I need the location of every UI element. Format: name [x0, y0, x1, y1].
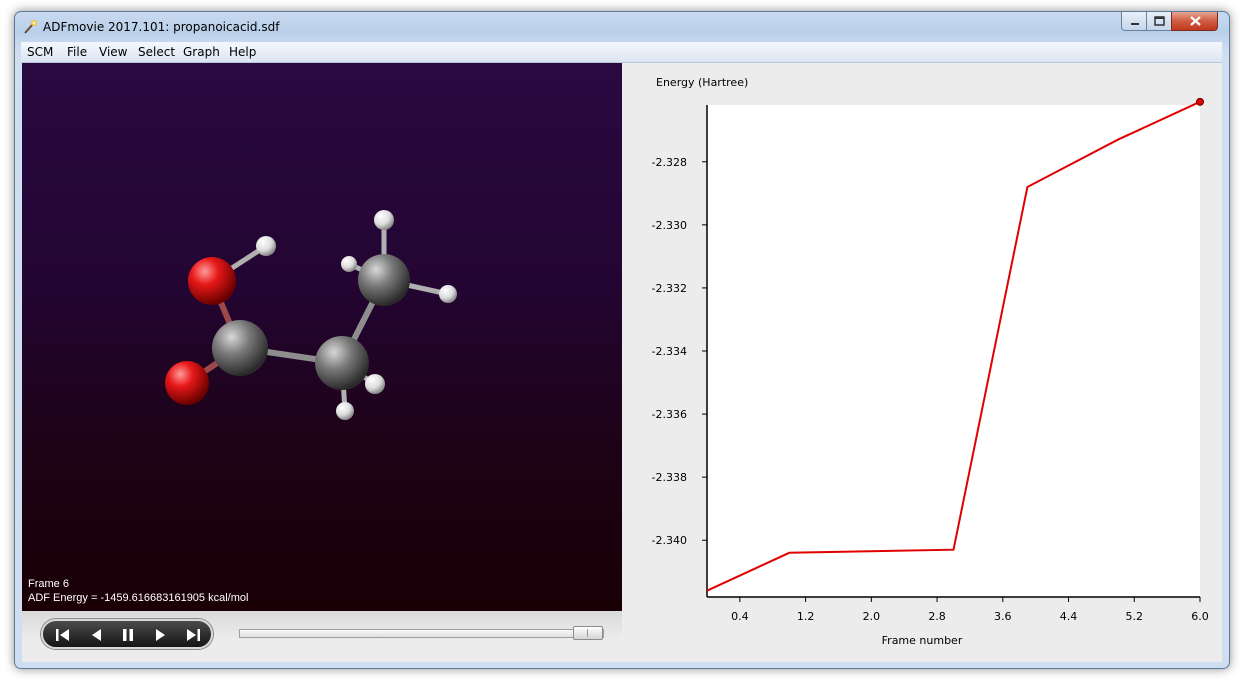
- energy-chart[interactable]: Energy (Hartree) Frame number -2.328 -2.3…: [622, 63, 1222, 662]
- hydrogen-atom[interactable]: [256, 236, 276, 256]
- menu-help[interactable]: Help: [229, 45, 256, 59]
- bonds: [185, 220, 449, 412]
- energy-label: ADF Energy = -1459.616683161905 kcal/mol: [28, 592, 249, 604]
- pause-icon[interactable]: [118, 626, 138, 644]
- hydrogen-atom[interactable]: [439, 285, 457, 303]
- minimize-icon: [1131, 23, 1139, 25]
- menu-graph[interactable]: Graph: [183, 45, 220, 59]
- carbon-atom[interactable]: [212, 320, 268, 376]
- x-tick-label: 5.2: [1126, 610, 1144, 623]
- x-tick-label: 3.6: [994, 610, 1012, 623]
- main-content: Frame 6 ADF Energy = -1459.616683161905 …: [22, 63, 1222, 662]
- y-tick-label: -2.330: [652, 219, 687, 232]
- menu-bar: SCM File View Select Graph Help: [21, 42, 1222, 63]
- oxygen-atom[interactable]: [188, 257, 236, 305]
- y-tick-label: -2.340: [652, 534, 687, 547]
- current-frame-marker[interactable]: [1196, 97, 1204, 106]
- x-tick-label: 2.8: [928, 610, 946, 623]
- hydrogen-atom[interactable]: [341, 256, 357, 272]
- menu-view[interactable]: View: [99, 45, 127, 59]
- oxygen-atom[interactable]: [165, 361, 209, 405]
- wand-icon: [24, 20, 37, 34]
- hydrogen-atom[interactable]: [365, 374, 385, 394]
- close-icon: [1190, 16, 1201, 26]
- carbon-atom[interactable]: [358, 254, 410, 306]
- menu-select[interactable]: Select: [138, 45, 175, 59]
- carbon-atom[interactable]: [315, 336, 369, 390]
- app-window: ADFmovie 2017.101: propanoicacid.sdf SCM…: [14, 11, 1230, 669]
- menu-file[interactable]: File: [67, 45, 87, 59]
- x-tick-label: 4.4: [1060, 610, 1078, 623]
- hydrogen-atom[interactable]: [336, 402, 354, 420]
- title-bar[interactable]: ADFmovie 2017.101: propanoicacid.sdf: [15, 12, 1229, 43]
- frame-label: Frame 6: [28, 578, 69, 590]
- x-tick-label: 2.0: [863, 610, 881, 623]
- hydrogen-atom[interactable]: [374, 210, 394, 230]
- skip-to-end-icon[interactable]: [183, 626, 203, 644]
- step-forward-icon[interactable]: [151, 626, 171, 644]
- molecule-viewport[interactable]: Frame 6 ADF Energy = -1459.616683161905 …: [22, 63, 622, 611]
- frame-slider-thumb[interactable]: [573, 626, 603, 640]
- frame-slider-track[interactable]: [239, 629, 604, 638]
- restore-icon: [1154, 16, 1165, 26]
- x-tick-label: 6.0: [1191, 610, 1209, 623]
- plot-area: [707, 105, 1200, 597]
- propanoic-acid-molecule[interactable]: [22, 63, 622, 611]
- y-tick-label: -2.338: [652, 471, 687, 484]
- close-button[interactable]: [1171, 12, 1218, 31]
- y-axis-label: Energy (Hartree): [656, 76, 748, 89]
- x-axis-label: Frame number: [882, 634, 963, 647]
- minimize-button[interactable]: [1121, 12, 1147, 31]
- player-bar: [22, 611, 622, 662]
- y-tick-label: -2.336: [652, 408, 687, 421]
- x-tick-label: 1.2: [797, 610, 815, 623]
- playback-controls: [41, 619, 213, 649]
- y-tick-label: -2.328: [652, 156, 687, 169]
- skip-to-start-icon[interactable]: [53, 626, 73, 644]
- maximize-button[interactable]: [1146, 12, 1172, 31]
- energy-graph-panel: Energy (Hartree) Frame number -2.328 -2.3…: [622, 63, 1222, 662]
- window-title: ADFmovie 2017.101: propanoicacid.sdf: [43, 20, 280, 34]
- x-tick-label: 0.4: [731, 610, 749, 623]
- y-tick-label: -2.334: [652, 345, 687, 358]
- step-back-icon[interactable]: [86, 626, 106, 644]
- y-tick-label: -2.332: [652, 282, 687, 295]
- menu-scm[interactable]: SCM: [27, 45, 53, 59]
